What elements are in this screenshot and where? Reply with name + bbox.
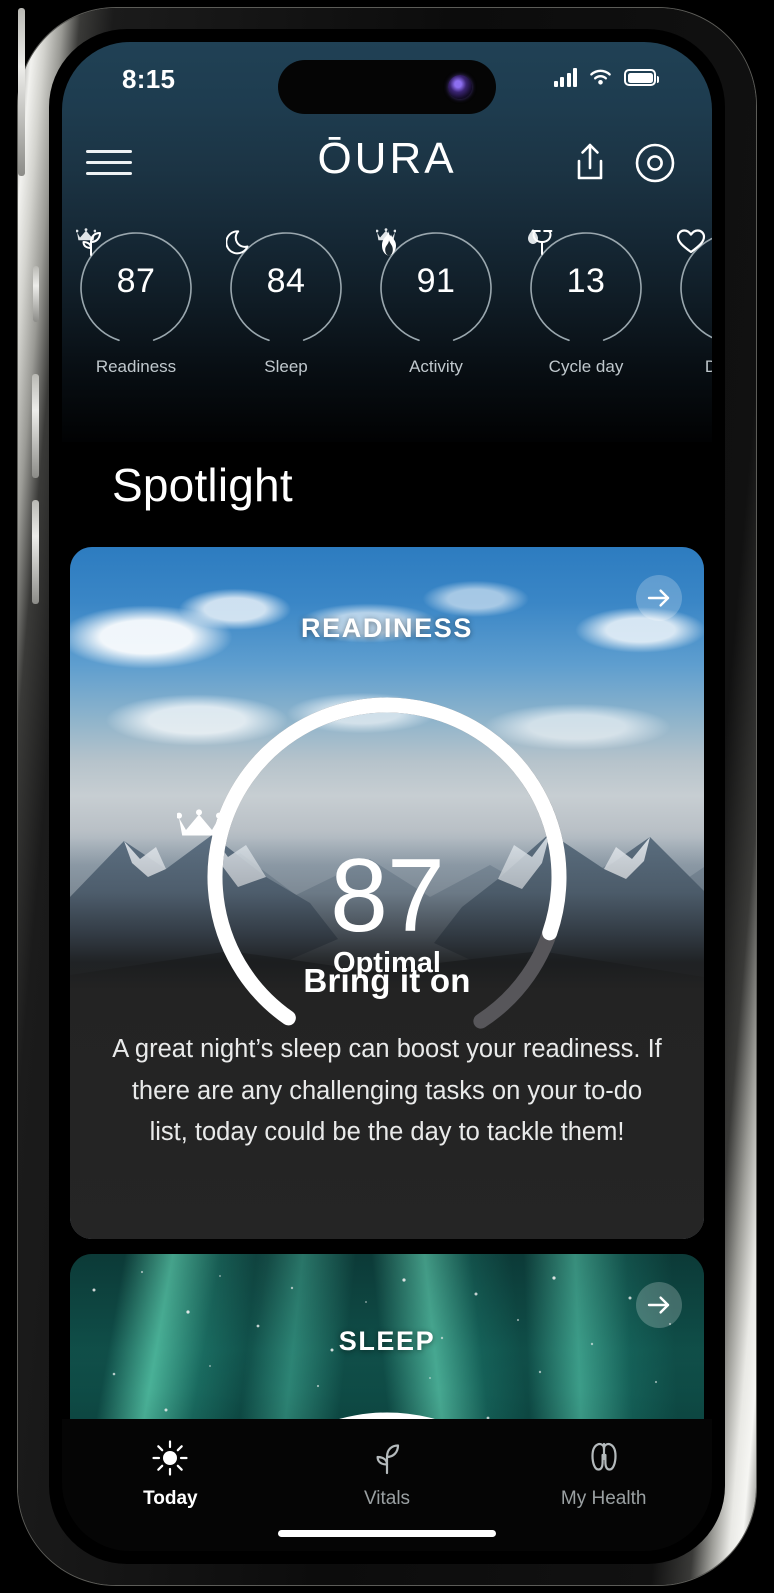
volume-down-button[interactable] [32,500,39,604]
score-label: Activity [409,357,463,376]
nav-item-vitals[interactable]: Vitals [279,1437,496,1510]
nav-item-my-health[interactable]: My Health [495,1437,712,1510]
sleep-gauge [177,1382,597,1419]
card-kicker-sleep: SLEEP [338,1326,436,1356]
score-label: Cycle day [548,357,624,376]
nav-label: Today [143,1488,198,1509]
dynamic-island [278,60,496,114]
score-value: 87 [116,262,156,300]
score-label: Readiness [95,357,177,376]
battery-icon [624,69,659,86]
phone-screen: 8:15 ŌURA 87 Readiness 84 Sleep 91 Activ… [62,42,712,1551]
sprout-icon [368,1437,406,1479]
wifi-icon [590,69,611,85]
spotlight-card-readiness[interactable]: READINESS 87 Optimal Bring it on A great… [70,547,704,1239]
score-summary-strip[interactable]: 87 Readiness 84 Sleep 91 Activity 13 Cyc… [62,228,712,388]
score-item-readiness[interactable]: 87 Readiness [72,228,200,388]
arrow-right-icon[interactable] [636,575,682,621]
sun-icon [150,1437,190,1479]
score-ring-cycle-day: 13 [526,228,646,348]
nav-label: Vitals [363,1488,411,1509]
score-label: Sleep [264,357,308,376]
score-ring-sleep: 84 [226,228,346,348]
status-bar: 8:15 [62,42,712,116]
score-item-cycle-day[interactable]: 13 Cycle day [522,228,650,388]
score-item-sleep[interactable]: 84 Sleep [222,228,350,388]
spotlight-cards-area: READINESS 87 Optimal Bring it on A great… [62,542,712,1419]
page-title: Spotlight [112,459,293,511]
readiness-gauge: 87 Optimal [177,667,597,1087]
nav-item-today[interactable]: Today [62,1437,279,1510]
front-camera-icon [448,75,472,99]
cellular-signal-icon [553,68,577,87]
volume-up-button[interactable] [32,374,39,478]
oura-ring-icon[interactable] [632,140,678,186]
readiness-headline: Bring it on [303,962,471,999]
score-ring-activity: 91 [376,228,496,348]
score-item-activity[interactable]: 91 Activity [372,228,500,388]
status-bar-time: 8:15 [122,64,176,94]
score-value: 13 [566,262,606,300]
hamburger-menu-icon[interactable] [86,142,132,182]
nav-label: My Health [560,1488,647,1509]
home-indicator[interactable] [278,1530,496,1537]
readiness-score-value: 87 [330,838,445,954]
score-ring-readiness: 87 [76,228,196,348]
app-header: ŌURA [62,128,712,204]
score-value: 91 [416,262,456,300]
score-ring-daytime: 65 [676,228,712,348]
score-value: 84 [266,262,306,300]
spotlight-card-sleep[interactable]: SLEEP [70,1254,704,1419]
oura-wordmark: ŌURA [317,134,457,183]
power-button[interactable] [18,8,25,176]
readiness-body-text: A great night’s sleep can boost your rea… [112,1035,662,1147]
share-icon[interactable] [568,140,612,186]
score-label: Daytime [704,357,712,376]
silent-switch-button[interactable] [33,266,39,322]
phone-frame: 8:15 ŌURA 87 Readiness 84 Sleep 91 Activ… [18,8,756,1585]
arrow-right-icon[interactable] [636,1282,682,1328]
score-item-daytime-stress[interactable]: 65 Daytime [672,228,712,388]
card-kicker-readiness: READINESS [301,613,473,643]
status-bar-icons [553,68,659,87]
lungs-icon [585,1437,623,1479]
